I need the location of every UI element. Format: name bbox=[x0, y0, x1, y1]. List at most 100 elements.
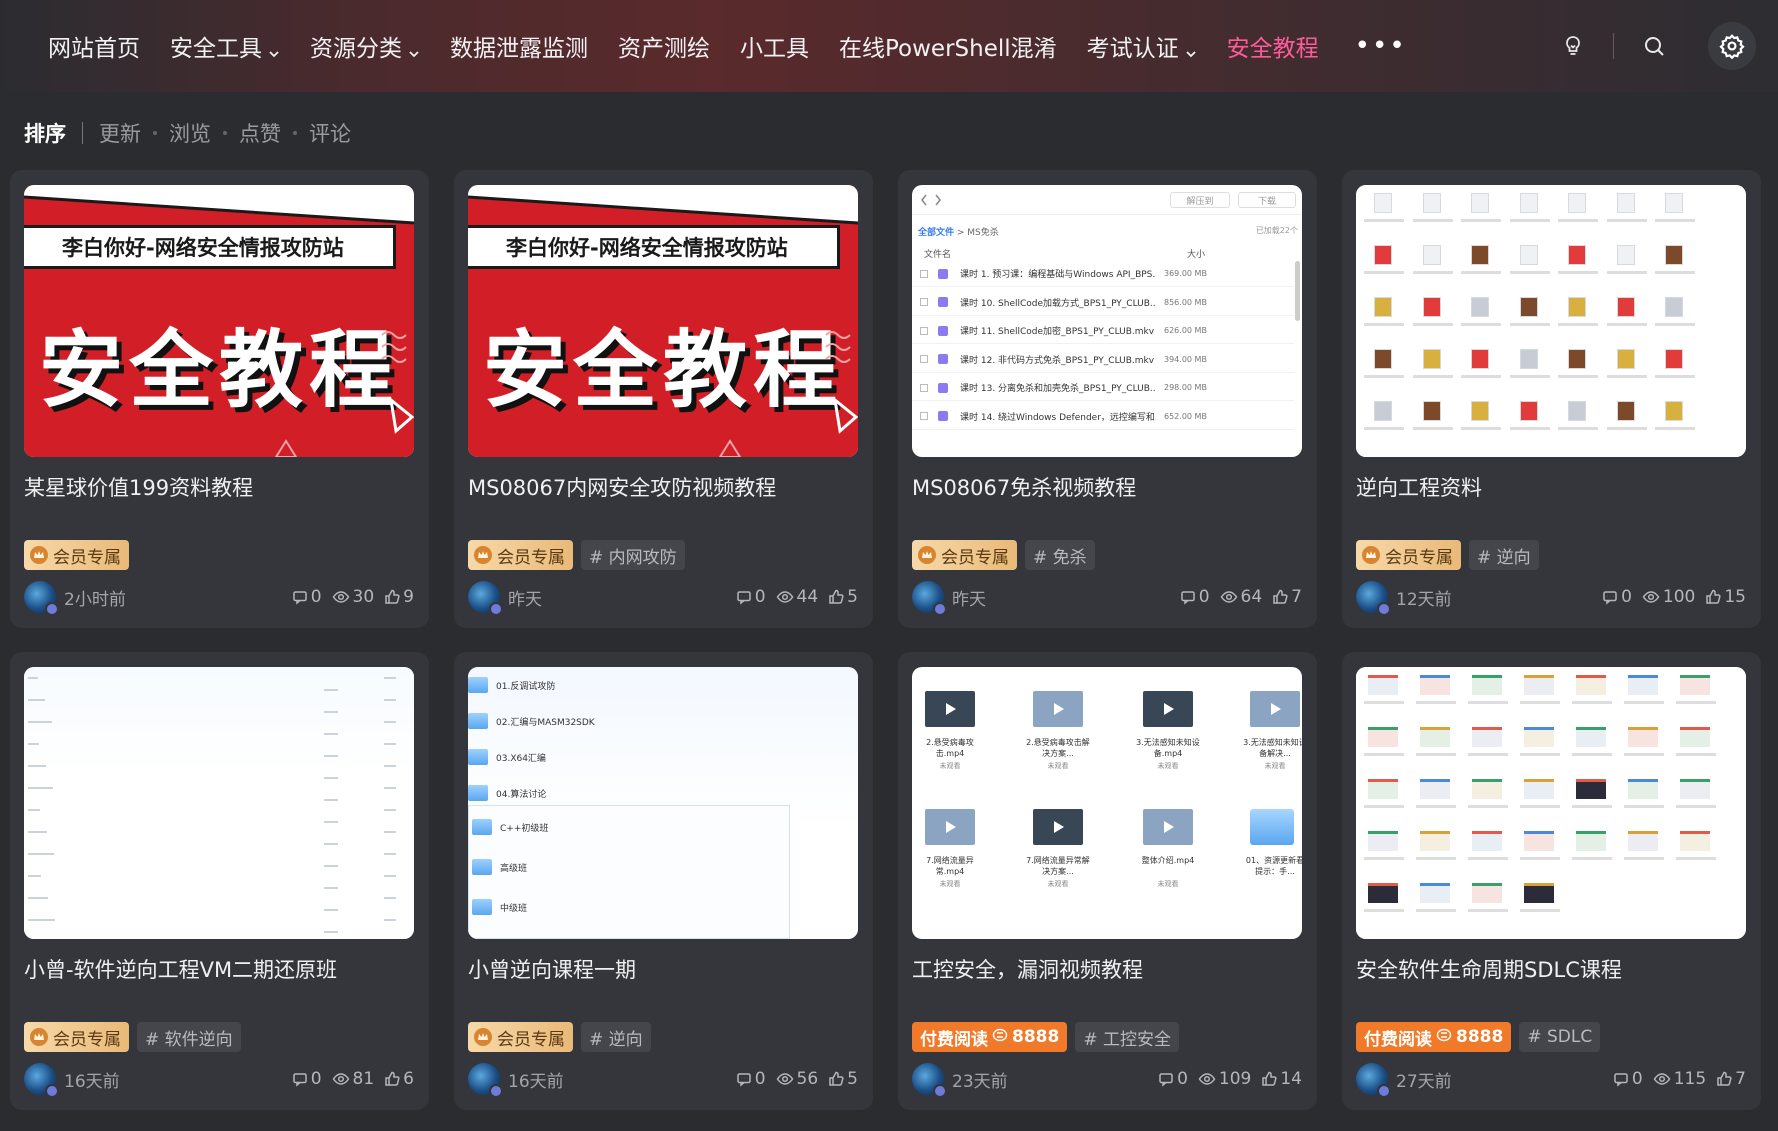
post-card[interactable]: 安全软件生命周期SDLC课程 付费阅读 8888 # SDLC 27天前 0 115 7 bbox=[1342, 652, 1761, 1110]
topic-tag[interactable]: # 逆向 bbox=[1469, 540, 1539, 570]
more-menu-button[interactable]: ••• bbox=[1355, 31, 1407, 61]
text-list-preview bbox=[24, 667, 414, 939]
slide-thumbnail bbox=[1680, 831, 1710, 851]
post-card[interactable]: 小曾-软件逆向工程VM二期还原班 会员专属 # 软件逆向 16天前 0 81 6 bbox=[10, 652, 429, 1110]
post-thumbnail[interactable]: 2.悬受病毒攻击.mp4 未观看 2.悬受病毒攻击解决方案... 未观看 3.无法感知未… bbox=[912, 667, 1302, 939]
post-title[interactable]: 安全软件生命周期SDLC课程 bbox=[1356, 954, 1746, 984]
video-file-icon bbox=[938, 268, 948, 279]
topic-tag[interactable]: # 工控安全 bbox=[1075, 1022, 1179, 1052]
post-card[interactable]: 李白你好-网络安全情报攻防站 安全教程 某星球价值199资料教程 会员专属 2小时前 0 3… bbox=[10, 170, 429, 628]
search-icon[interactable] bbox=[1640, 32, 1668, 60]
lightbulb-icon[interactable] bbox=[1559, 32, 1587, 60]
post-title[interactable]: 小曾逆向课程一期 bbox=[468, 954, 858, 984]
file-caption bbox=[1461, 323, 1501, 326]
topic-tag[interactable]: # 免杀 bbox=[1025, 540, 1095, 570]
sort-option-views[interactable]: 浏览 bbox=[169, 118, 211, 148]
avatar[interactable] bbox=[912, 1063, 947, 1098]
post-meta: 16天前 0 56 5 bbox=[468, 1062, 858, 1098]
post-title[interactable]: 小曾-软件逆向工程VM二期还原班 bbox=[24, 954, 414, 984]
topic-tag[interactable]: # 内网攻防 bbox=[581, 540, 685, 570]
banner-decoration bbox=[24, 185, 414, 457]
sort-option-likes[interactable]: 点赞 bbox=[239, 118, 281, 148]
nav-item-7[interactable]: 考试认证 bbox=[1087, 29, 1197, 63]
file-icon bbox=[1568, 401, 1586, 421]
topic-tag[interactable]: # SDLC bbox=[1519, 1022, 1601, 1052]
sort-option-comments[interactable]: 评论 bbox=[309, 118, 351, 148]
list-line bbox=[384, 853, 396, 855]
top-navigation-bar: 网站首页 安全工具 资源分类 数据泄露监测 资产测绘 小工具 在线PowerShell混淆 考… bbox=[0, 0, 1778, 92]
post-card[interactable]: 解压到 下载 全部文件 > MS免杀 已加载22个 文件名 大小 课时 1. 预习课：编程基… bbox=[898, 170, 1317, 628]
slide-thumbnail bbox=[1680, 779, 1710, 799]
avatar[interactable] bbox=[1356, 581, 1391, 616]
post-title[interactable]: 某星球价值199资料教程 bbox=[24, 472, 414, 502]
watch-status: 未观看 bbox=[1157, 762, 1179, 770]
post-thumbnail[interactable] bbox=[24, 667, 414, 939]
post-title[interactable]: 逆向工程资料 bbox=[1356, 472, 1746, 502]
post-thumbnail[interactable] bbox=[1356, 185, 1746, 457]
like-stat: 15 bbox=[1705, 587, 1746, 607]
post-time: 昨天 bbox=[952, 589, 986, 610]
video-name: 7.网络流量异常解决方案... bbox=[1026, 856, 1090, 876]
post-thumbnail[interactable]: 01.反调试攻防 02.汇编与MASM32SDK 03.X64汇编 04.算法讨论 C+… bbox=[468, 667, 858, 939]
file-caption bbox=[1364, 427, 1404, 430]
video-file-icon bbox=[938, 325, 948, 336]
nav-item-1[interactable]: 安全工具 bbox=[170, 29, 280, 63]
file-icon bbox=[1422, 297, 1441, 317]
file-icon bbox=[1519, 245, 1538, 265]
settings-button[interactable] bbox=[1708, 22, 1756, 70]
nav-item-6[interactable]: 在线PowerShell混淆 bbox=[839, 29, 1057, 63]
comment-count: 0 bbox=[1621, 587, 1632, 607]
post-tags: 会员专属 # 逆向 bbox=[468, 1022, 651, 1052]
topic-tag[interactable]: # 逆向 bbox=[581, 1022, 651, 1052]
sort-option-updated[interactable]: 更新 bbox=[99, 118, 141, 148]
list-line bbox=[28, 787, 53, 789]
comment-count: 0 bbox=[1631, 1069, 1643, 1089]
header-actions bbox=[1559, 0, 1778, 92]
topic-tag[interactable]: # 软件逆向 bbox=[137, 1022, 241, 1052]
video-file-icon bbox=[938, 354, 948, 364]
nav-item-8[interactable]: 安全教程 bbox=[1227, 29, 1319, 63]
post-card[interactable]: 逆向工程资料 会员专属 # 逆向 12天前 0 100 15 bbox=[1342, 170, 1761, 628]
avatar[interactable] bbox=[468, 1063, 503, 1098]
post-thumbnail[interactable] bbox=[1356, 667, 1746, 939]
avatar[interactable] bbox=[468, 581, 503, 616]
nav-item-5[interactable]: 小工具 bbox=[740, 29, 809, 63]
thumbs-up-icon bbox=[828, 1071, 844, 1087]
file-caption bbox=[1558, 323, 1598, 326]
list-line bbox=[28, 853, 54, 855]
avatar[interactable] bbox=[1356, 1063, 1391, 1098]
list-line bbox=[324, 711, 338, 713]
post-title[interactable]: 工控安全，漏洞视频教程 bbox=[912, 954, 1302, 984]
slide-caption bbox=[1364, 909, 1404, 912]
post-card[interactable]: 01.反调试攻防 02.汇编与MASM32SDK 03.X64汇编 04.算法讨论 C+… bbox=[454, 652, 873, 1110]
file-icon bbox=[1471, 193, 1489, 213]
post-thumbnail[interactable]: 解压到 下载 全部文件 > MS免杀 已加载22个 文件名 大小 课时 1. 预习课：编程基… bbox=[912, 185, 1302, 457]
comment-icon bbox=[736, 1071, 752, 1087]
post-card[interactable]: 2.悬受病毒攻击.mp4 未观看 2.悬受病毒攻击解决方案... 未观看 3.无法感知未… bbox=[898, 652, 1317, 1110]
folder-tree-preview: 01.反调试攻防 02.汇编与MASM32SDK 03.X64汇编 04.算法讨论 C+… bbox=[468, 667, 858, 939]
verified-badge-icon bbox=[45, 602, 59, 616]
view-stat: 115 bbox=[1653, 1069, 1706, 1089]
post-title[interactable]: MS08067内网安全攻防视频教程 bbox=[468, 472, 858, 502]
folder-icon bbox=[468, 785, 488, 801]
download-button: 下载 bbox=[1238, 192, 1296, 208]
post-card[interactable]: 李白你好-网络安全情报攻防站 安全教程 MS08067内网安全攻防视频教程 会员专属 #… bbox=[454, 170, 873, 628]
nav-item-4[interactable]: 资产测绘 bbox=[618, 29, 710, 63]
avatar[interactable] bbox=[912, 581, 947, 616]
nav-item-2[interactable]: 资源分类 bbox=[310, 29, 420, 63]
avatar[interactable] bbox=[24, 581, 59, 616]
file-caption bbox=[1606, 323, 1647, 326]
post-thumbnail[interactable]: 李白你好-网络安全情报攻防站 安全教程 bbox=[468, 185, 858, 457]
slide-thumbnail bbox=[1524, 883, 1554, 903]
slide-thumbnail bbox=[1472, 675, 1502, 695]
file-size: 856.00 MB bbox=[1164, 297, 1207, 307]
file-size: 394.00 MB bbox=[1164, 354, 1207, 364]
nav-item-0[interactable]: 网站首页 bbox=[48, 29, 140, 63]
avatar[interactable] bbox=[24, 1063, 59, 1098]
slide-caption bbox=[1364, 701, 1404, 704]
post-time: 16天前 bbox=[508, 1071, 564, 1092]
nav-item-3[interactable]: 数据泄露监测 bbox=[450, 29, 588, 63]
file-caption bbox=[1412, 375, 1453, 378]
post-title[interactable]: MS08067免杀视频教程 bbox=[912, 472, 1302, 502]
post-thumbnail[interactable]: 李白你好-网络安全情报攻防站 安全教程 bbox=[24, 185, 414, 457]
